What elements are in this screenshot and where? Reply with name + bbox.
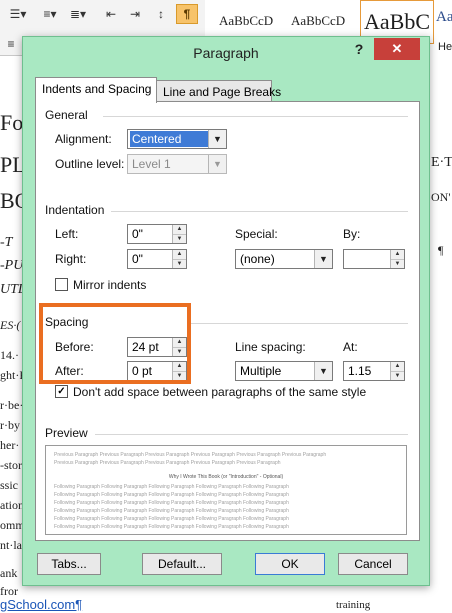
indentation-heading: Indentation <box>45 203 105 217</box>
outline-level-select: Level 1 ▼ <box>127 154 227 174</box>
preview-following-line: Following Paragraph Following Paragraph … <box>54 484 289 490</box>
ok-button[interactable]: OK <box>255 553 325 575</box>
general-heading: General <box>45 108 88 122</box>
spin-down-icon[interactable]: ▼ <box>391 371 404 380</box>
right-indent-value: 0" <box>132 252 143 266</box>
decrease-indent-icon[interactable]: ⇤ <box>100 4 122 24</box>
preview-divider <box>95 434 408 435</box>
doc-fragment: -T <box>0 235 13 250</box>
sort-icon[interactable]: ↕ <box>150 4 172 24</box>
help-button[interactable]: ? <box>353 41 365 61</box>
dialog-title: Paragraph <box>193 45 259 61</box>
spin-down-icon[interactable]: ▼ <box>391 259 404 268</box>
doc-fragment: -stor <box>0 458 22 472</box>
doc-fragment: r·be· <box>0 398 24 412</box>
outline-level-label: Outline level: <box>55 157 125 171</box>
chevron-down-icon[interactable]: ▼ <box>314 362 332 380</box>
line-spacing-label: Line spacing: <box>235 340 306 354</box>
left-indent-stepper[interactable]: 0" ▲ ▼ <box>127 224 187 244</box>
alignment-value: Centered <box>130 131 208 147</box>
preview-following-line: Following Paragraph Following Paragraph … <box>54 500 289 506</box>
show-paragraph-marks-button[interactable]: ¶ <box>176 4 198 24</box>
spacing-divider <box>187 323 408 324</box>
numbering-icon[interactable]: ≡▾ <box>36 4 64 24</box>
at-label: At: <box>343 340 358 354</box>
doc-fragment: ssic <box>0 478 18 492</box>
multilevel-list-icon[interactable]: ≣▾ <box>66 4 90 24</box>
mirror-indents-checkbox[interactable] <box>55 278 68 291</box>
alignment-select[interactable]: Centered ▼ <box>127 129 227 149</box>
dont-add-space-checkbox[interactable]: ✓ <box>55 385 68 398</box>
mirror-indents-label[interactable]: Mirror indents <box>73 278 146 292</box>
increase-indent-icon[interactable]: ⇥ <box>124 4 146 24</box>
preview-previous-line: Previous Paragraph Previous Paragraph Pr… <box>54 452 327 458</box>
doc-fragment: training <box>336 599 371 611</box>
spin-down-icon[interactable]: ▼ <box>173 259 186 268</box>
doc-fragment: ¶ <box>438 243 444 257</box>
chevron-down-icon[interactable]: ▼ <box>208 130 226 148</box>
doc-fragment: ON' <box>431 190 451 204</box>
spin-up-icon[interactable]: ▲ <box>391 250 404 259</box>
at-value: 1.15 <box>348 364 372 378</box>
spin-up-icon[interactable]: ▲ <box>173 250 186 259</box>
line-spacing-select[interactable]: Multiple ▼ <box>235 361 333 381</box>
special-select[interactable]: (none) ▼ <box>235 249 333 269</box>
set-as-default-button[interactable]: Default... <box>142 553 222 575</box>
doc-fragment: Fo <box>0 110 24 135</box>
preview-following-line: Following Paragraph Following Paragraph … <box>54 524 289 530</box>
doc-fragment: -PU <box>0 258 24 273</box>
alignment-label: Alignment: <box>55 132 112 146</box>
paragraph-preview: Previous Paragraph Previous Paragraph Pr… <box>45 445 407 535</box>
spin-up-icon[interactable]: ▲ <box>173 225 186 234</box>
line-spacing-value: Multiple <box>240 364 282 378</box>
doc-fragment: r·by <box>0 418 20 432</box>
left-indent-label: Left: <box>55 227 79 241</box>
special-label: Special: <box>235 227 278 241</box>
doc-fragment: ES·( <box>0 318 21 332</box>
doc-fragment: nt·la <box>0 538 22 552</box>
dialog-titlebar[interactable]: Paragraph ? ✕ <box>23 37 429 69</box>
bullets-icon[interactable]: ☰▾ <box>4 4 32 24</box>
tab-line-and-page-breaks[interactable]: Line and Page Breaks <box>156 80 281 103</box>
indentation-divider <box>111 211 408 212</box>
spin-up-icon[interactable]: ▲ <box>391 362 404 371</box>
preview-previous-line: Previous Paragraph Previous Paragraph Pr… <box>54 460 281 466</box>
preview-following-line: Following Paragraph Following Paragraph … <box>54 516 289 522</box>
style-normal[interactable]: AaBbCcD <box>219 6 273 36</box>
special-value: (none) <box>240 252 275 266</box>
right-indent-stepper[interactable]: 0" ▲ ▼ <box>127 249 187 269</box>
chevron-down-icon: ▼ <box>208 155 226 173</box>
doc-fragment: omm <box>0 518 25 532</box>
doc-hyperlink[interactable]: gSchool.com¶ <box>0 597 82 612</box>
tab-indents-and-spacing[interactable]: Indents and Spacing <box>35 77 157 103</box>
doc-fragment: her· <box>0 438 20 452</box>
by-label: By: <box>343 227 361 241</box>
by-stepper[interactable]: ▲ ▼ <box>343 249 405 269</box>
left-indent-value: 0" <box>132 227 143 241</box>
doc-fragment: ank <box>0 566 18 580</box>
align-left-icon[interactable]: ≡ <box>2 34 20 54</box>
general-divider <box>103 116 408 117</box>
outline-level-value: Level 1 <box>132 157 171 171</box>
style-heading-2[interactable]: AaB <box>436 2 452 32</box>
preview-current-paragraph: Why I Wrote This Book (or "Introduction"… <box>168 474 284 480</box>
preview-following-line: Following Paragraph Following Paragraph … <box>54 492 289 498</box>
close-button[interactable]: ✕ <box>374 38 420 60</box>
at-stepper[interactable]: 1.15 ▲ ▼ <box>343 361 405 381</box>
spin-down-icon[interactable]: ▼ <box>173 234 186 243</box>
style-heading-label: He <box>438 41 452 53</box>
spacing-highlight-box <box>39 303 191 384</box>
doc-fragment: ation <box>0 498 24 512</box>
style-no-spacing[interactable]: AaBbCcD <box>291 6 345 36</box>
chevron-down-icon[interactable]: ▼ <box>314 250 332 268</box>
right-indent-label: Right: <box>55 252 87 266</box>
doc-fragment: 14.· <box>0 348 19 362</box>
tabs-button[interactable]: Tabs... <box>37 553 101 575</box>
preview-heading: Preview <box>45 426 88 440</box>
doc-fragment: E·T <box>431 155 452 170</box>
preview-following-line: Following Paragraph Following Paragraph … <box>54 508 289 514</box>
dont-add-space-label[interactable]: Don't add space between paragraphs of th… <box>73 385 366 399</box>
cancel-button[interactable]: Cancel <box>338 553 408 575</box>
